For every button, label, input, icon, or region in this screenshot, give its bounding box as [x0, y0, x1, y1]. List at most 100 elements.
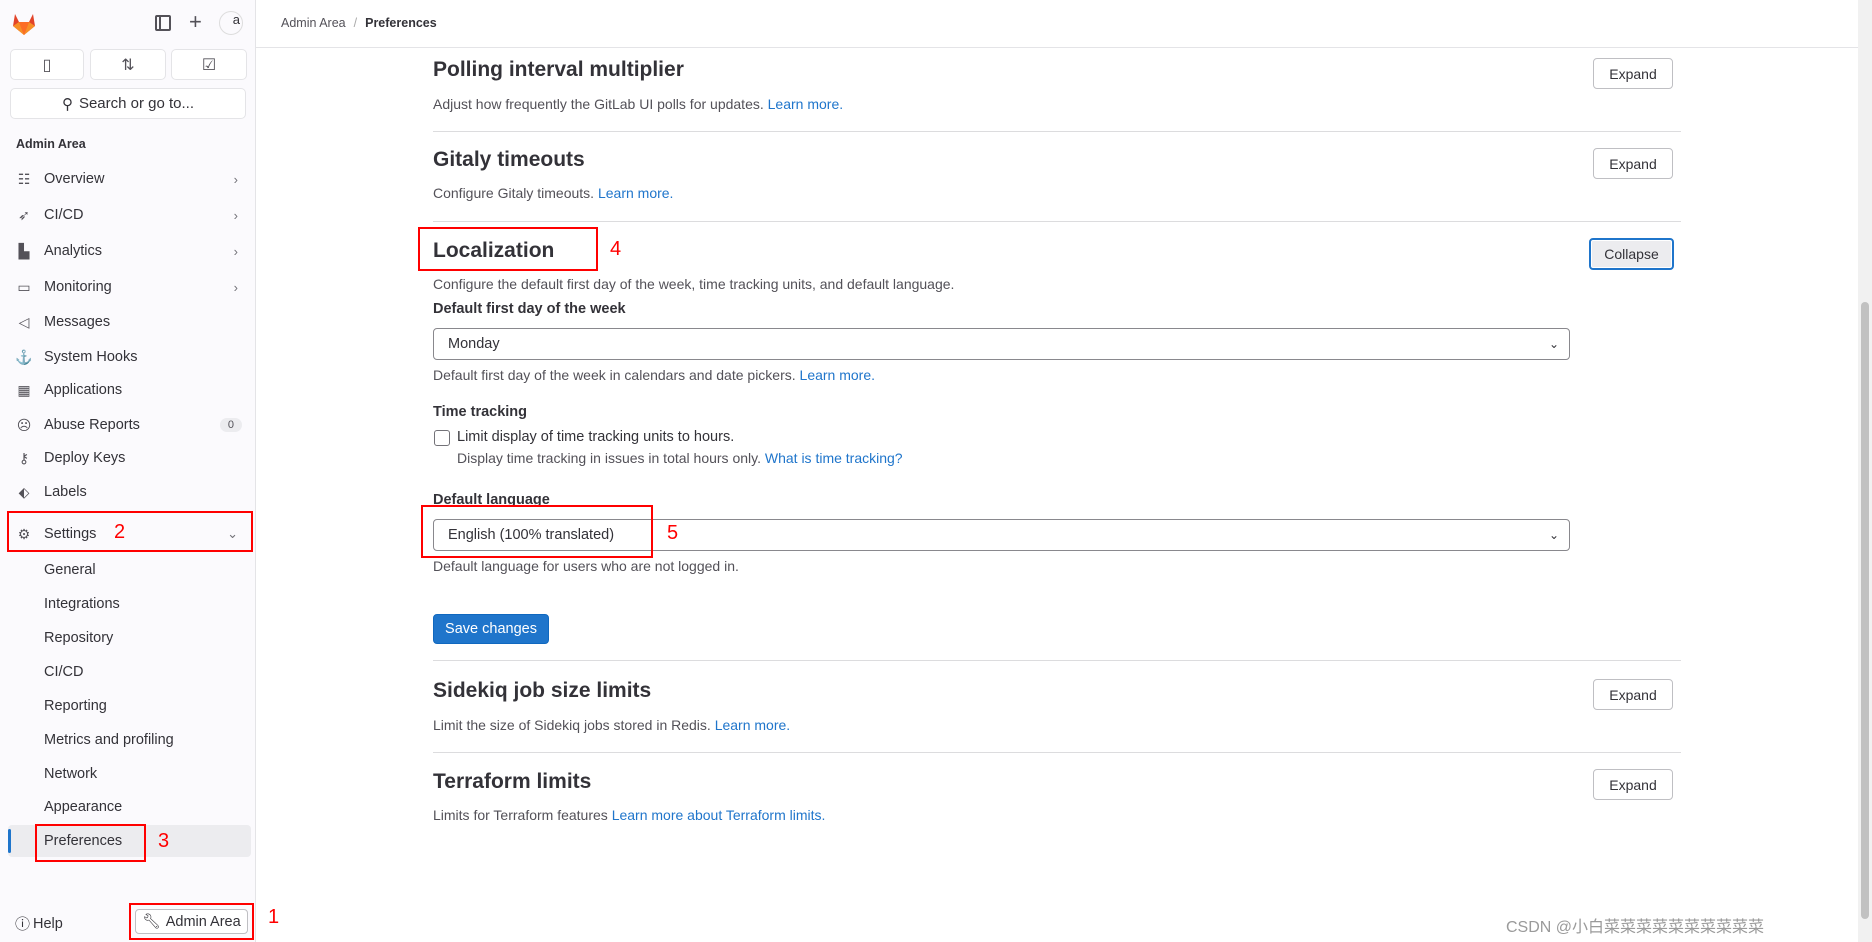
- first-day-label: Default first day of the week: [433, 301, 626, 317]
- first-day-help: Default first day of the week in calenda…: [433, 367, 876, 383]
- section-title: Admin Area: [16, 137, 86, 151]
- gitaly-desc: Configure Gitaly timeouts. Learn more.: [433, 185, 674, 201]
- merge-request-icon: ⇅: [121, 56, 135, 74]
- help-icon: ⓘ: [15, 916, 31, 933]
- anchor-icon: ⚓: [15, 348, 33, 365]
- label: Overview: [44, 171, 105, 187]
- sidebar-item-applications[interactable]: ▦ Applications: [8, 375, 248, 405]
- breadcrumb-current: Preferences: [365, 16, 437, 30]
- sidebar-item-labels[interactable]: ⬖ Labels: [8, 477, 248, 507]
- scrollbar[interactable]: [1858, 0, 1872, 942]
- label: Messages: [44, 314, 111, 330]
- monitor-icon: ▭: [17, 278, 31, 295]
- first-day-learn-more[interactable]: Learn more.: [800, 367, 875, 383]
- label-icon: ⬖: [18, 483, 30, 500]
- divider: [433, 221, 1681, 222]
- sidekiq-desc: Limit the size of Sidekiq jobs stored in…: [433, 717, 791, 733]
- gitlab-logo[interactable]: [11, 11, 37, 37]
- time-tracking-link[interactable]: What is time tracking?: [765, 450, 903, 466]
- terraform-learn-more[interactable]: Learn more about Terraform limits.: [612, 807, 826, 823]
- chevron-down-icon: ⌄: [1548, 337, 1559, 351]
- annotation-2: 2: [114, 521, 126, 543]
- scrollbar-thumb[interactable]: [1861, 302, 1869, 919]
- polling-expand-button[interactable]: Expand: [1593, 58, 1673, 89]
- checkbox-label[interactable]: Limit display of time tracking units to …: [457, 429, 734, 445]
- sidebar-toggle-icon[interactable]: [155, 15, 171, 31]
- megaphone-icon: ◁: [18, 313, 30, 330]
- sidebar-item-deploy-keys[interactable]: ⚷ Deploy Keys: [8, 443, 248, 473]
- gitaly-expand-button[interactable]: Expand: [1593, 148, 1673, 179]
- merge-requests-button[interactable]: ⇅: [90, 49, 166, 80]
- sidebar-item-monitoring[interactable]: ▭ Monitoring ›: [8, 272, 248, 302]
- checkbox-help: Display time tracking in issues in total…: [457, 450, 903, 466]
- annotation-box-1: [129, 903, 254, 940]
- rocket-icon: ➶: [18, 206, 30, 223]
- active-indicator: [8, 829, 11, 853]
- sidebar-item-overview[interactable]: ☷ Overview ›: [8, 164, 248, 194]
- polling-desc: Adjust how frequently the GitLab UI poll…: [433, 96, 844, 112]
- label: CI/CD: [44, 207, 84, 223]
- search-label: Search or go to...: [78, 95, 195, 112]
- sidebar-sub-cicd[interactable]: CI/CD: [8, 656, 251, 688]
- breadcrumb-admin-area[interactable]: Admin Area: [281, 16, 346, 30]
- chevron-right-icon: ›: [233, 279, 238, 295]
- terraform-title: Terraform limits: [433, 770, 592, 793]
- annotation-5: 5: [667, 522, 679, 544]
- header-divider: [256, 47, 1858, 48]
- sidebar-item-analytics[interactable]: ▙ Analytics ›: [8, 236, 248, 266]
- sidekiq-expand-button[interactable]: Expand: [1593, 679, 1673, 710]
- label: Abuse Reports: [44, 417, 140, 433]
- sidebar-sub-metrics[interactable]: Metrics and profiling: [8, 724, 251, 756]
- chevron-right-icon: ›: [233, 207, 238, 223]
- search-button[interactable]: ⚲ Search or go to...: [10, 88, 246, 119]
- search-icon: ⚲: [61, 95, 73, 113]
- time-tracking-label: Time tracking: [433, 404, 528, 420]
- terraform-expand-button[interactable]: Expand: [1593, 769, 1673, 800]
- localization-collapse-button[interactable]: Collapse: [1589, 238, 1674, 270]
- terraform-desc: Limits for Terraform features Learn more…: [433, 807, 826, 823]
- sidebar-item-messages[interactable]: ◁ Messages: [8, 307, 248, 337]
- annotation-box-5: [421, 505, 653, 558]
- sidebar-sub-general[interactable]: General: [8, 554, 251, 586]
- label: Analytics: [44, 243, 103, 259]
- sidebar-sub-integrations[interactable]: Integrations: [8, 588, 251, 620]
- sidebar-sub-appearance[interactable]: Appearance: [8, 791, 251, 823]
- help-button[interactable]: ⓘ Help: [15, 913, 63, 934]
- time-tracking-checkbox[interactable]: [434, 430, 450, 446]
- sidebar-item-abuse-reports[interactable]: ☹ Abuse Reports 0: [8, 410, 248, 440]
- todos-button[interactable]: ☑: [171, 49, 247, 80]
- issues-icon: ▯: [42, 56, 52, 74]
- label: Monitoring: [44, 279, 112, 295]
- plus-icon[interactable]: +: [189, 9, 202, 35]
- sidebar-item-cicd[interactable]: ➶ CI/CD ›: [8, 200, 248, 230]
- annotation-box-4: [418, 227, 598, 271]
- chart-icon: ▙: [18, 242, 30, 259]
- issues-button[interactable]: ▯: [10, 49, 84, 80]
- chevron-down-icon: ⌄: [1548, 528, 1559, 542]
- grid-icon: ▦: [17, 381, 31, 398]
- chevron-right-icon: ›: [233, 243, 238, 259]
- avatar[interactable]: a: [219, 11, 243, 35]
- checkbox-icon: ☑: [201, 56, 217, 74]
- sidebar-sub-repository[interactable]: Repository: [8, 622, 251, 654]
- breadcrumb-separator: /: [353, 16, 358, 30]
- label: Applications: [44, 382, 123, 398]
- face-icon: ☹: [16, 416, 32, 433]
- sidekiq-learn-more[interactable]: Learn more.: [715, 717, 790, 733]
- sidebar-sub-reporting[interactable]: Reporting: [8, 690, 251, 722]
- language-help: Default language for users who are not l…: [433, 558, 739, 574]
- first-day-select[interactable]: Monday ⌄: [433, 328, 1570, 360]
- label: Deploy Keys: [44, 450, 126, 466]
- divider: [433, 131, 1681, 132]
- label: Help: [33, 915, 63, 932]
- sidekiq-title: Sidekiq job size limits: [433, 679, 652, 702]
- key-icon: ⚷: [18, 449, 30, 466]
- sidebar-sub-network[interactable]: Network: [8, 758, 251, 790]
- sidebar-item-system-hooks[interactable]: ⚓ System Hooks: [8, 342, 248, 372]
- annotation-box-3: [35, 824, 146, 862]
- save-changes-button[interactable]: Save changes: [433, 614, 549, 644]
- polling-learn-more[interactable]: Learn more.: [768, 96, 843, 112]
- badge: 0: [219, 418, 242, 432]
- gitaly-learn-more[interactable]: Learn more.: [598, 185, 673, 201]
- polling-title: Polling interval multiplier: [433, 58, 684, 81]
